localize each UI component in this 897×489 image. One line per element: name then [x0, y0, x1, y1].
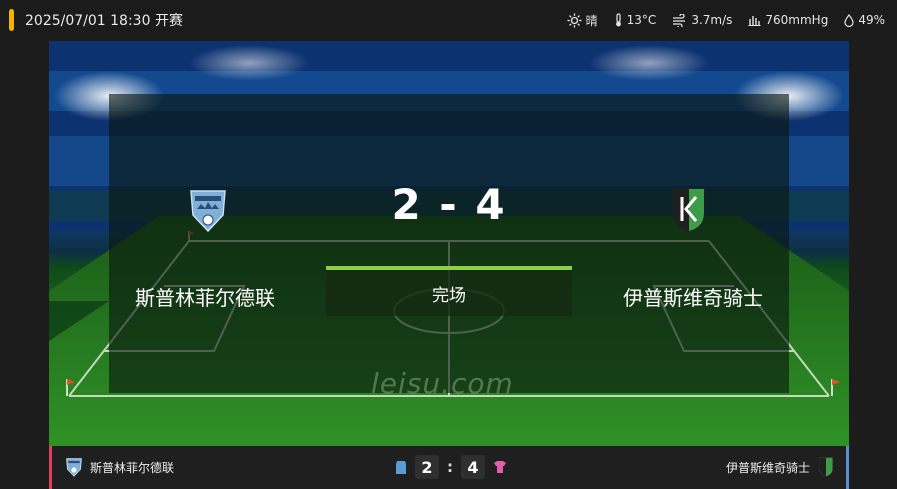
- home-score: 2: [415, 455, 439, 479]
- weather-humidity: 49%: [844, 13, 885, 27]
- mini-away-team[interactable]: 伊普斯维奇骑士: [726, 456, 836, 478]
- home-team-crest-icon: [66, 458, 82, 477]
- away-team-crest-icon: [819, 457, 833, 477]
- match-stage: 2 - 4 斯普林菲尔德联 伊普斯维奇骑士 完场 leisu.com: [49, 41, 849, 446]
- wind-icon: [673, 13, 686, 27]
- away-score: 4: [461, 455, 485, 479]
- scoreline: 2 - 4: [391, 180, 507, 229]
- weather-panel: 晴 13°C 3.7m/s 760mmHg 49%: [567, 0, 885, 40]
- mini-home-team-name: 斯普林菲尔德联: [90, 460, 175, 475]
- weather-wind: 3.7m/s: [672, 13, 732, 27]
- away-team-name[interactable]: 伊普斯维奇骑士: [623, 282, 763, 311]
- scoreboard-panel: 2 - 4 斯普林菲尔德联 伊普斯维奇骑士 完场: [109, 94, 789, 393]
- accent-marker: [9, 9, 14, 31]
- mini-score: 2 : 4: [395, 455, 507, 479]
- score-separator: :: [447, 458, 453, 476]
- weather-temperature: 13°C: [614, 13, 656, 27]
- weather-pressure: 760mmHg: [748, 13, 828, 27]
- sun-icon: [567, 12, 582, 28]
- kickoff-time: 2025/07/01 18:30: [25, 13, 151, 29]
- match-status-label: 开赛: [154, 13, 183, 29]
- mini-scoreboard: 斯普林菲尔德联 2 : 4 伊普斯维奇骑士: [49, 446, 849, 489]
- away-shirt-icon: [494, 461, 506, 473]
- watermark: leisu.com: [371, 367, 514, 400]
- home-shirt-icon: [396, 460, 406, 474]
- droplet-icon: [844, 13, 854, 27]
- mini-home-team[interactable]: 斯普林菲尔德联: [64, 457, 174, 477]
- weather-condition: 晴: [567, 12, 598, 29]
- thermometer-icon: [615, 13, 621, 27]
- mini-away-team-name: 伊普斯维奇骑士: [725, 460, 810, 475]
- match-datetime: 2025/07/01 18:30 开赛: [25, 10, 183, 30]
- match-state: 完场: [326, 270, 572, 316]
- match-info-bar: 2025/07/01 18:30 开赛 晴 13°C 3.7m/s 760mmH…: [0, 0, 897, 40]
- home-team-name[interactable]: 斯普林菲尔德联: [135, 282, 275, 311]
- pressure-icon: [748, 16, 761, 26]
